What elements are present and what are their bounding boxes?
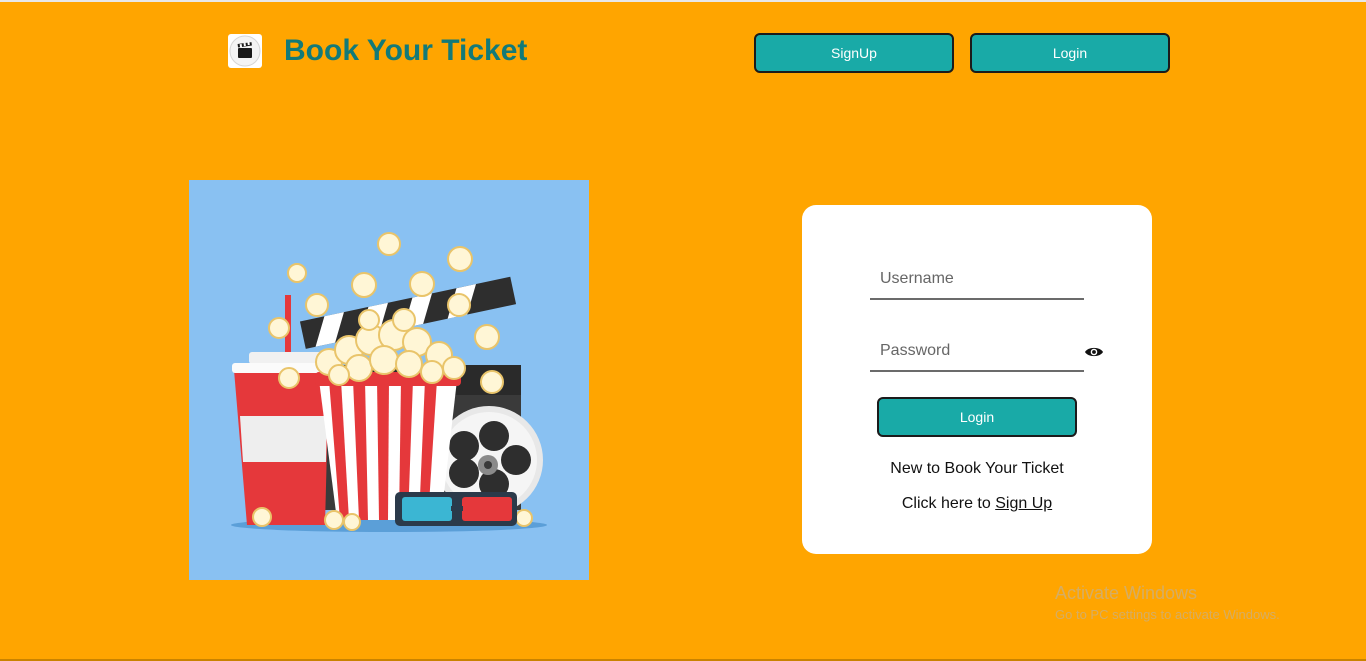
brand-title: Book Your Ticket <box>284 34 528 67</box>
activate-windows-watermark: Activate Windows Go to PC settings to ac… <box>1055 583 1280 622</box>
signup-link[interactable]: Sign Up <box>995 495 1052 512</box>
click-here-text: Click here to <box>901 495 991 512</box>
login-card: Login New to Book Your Ticket Click here… <box>802 205 1152 554</box>
login-nav-button[interactable]: Login <box>970 33 1170 73</box>
logo <box>228 34 262 68</box>
3d-glasses-icon <box>395 492 517 526</box>
login-submit-button[interactable]: Login <box>877 397 1077 437</box>
username-input[interactable] <box>870 260 1084 300</box>
password-input[interactable] <box>870 332 1084 372</box>
watermark-subtitle: Go to PC settings to activate Windows. <box>1055 607 1280 622</box>
new-user-text: New to Book Your Ticket <box>890 460 1064 477</box>
cinema-snacks-illustration <box>231 232 547 532</box>
watermark-title: Activate Windows <box>1055 583 1198 603</box>
clapperboard-icon <box>229 35 261 67</box>
hero-image <box>189 180 589 580</box>
top-border <box>0 0 1366 2</box>
signup-prompt: Click here to Sign Up <box>802 495 1152 513</box>
signup-nav-button[interactable]: SignUp <box>754 33 954 73</box>
eye-icon[interactable] <box>1084 345 1104 359</box>
